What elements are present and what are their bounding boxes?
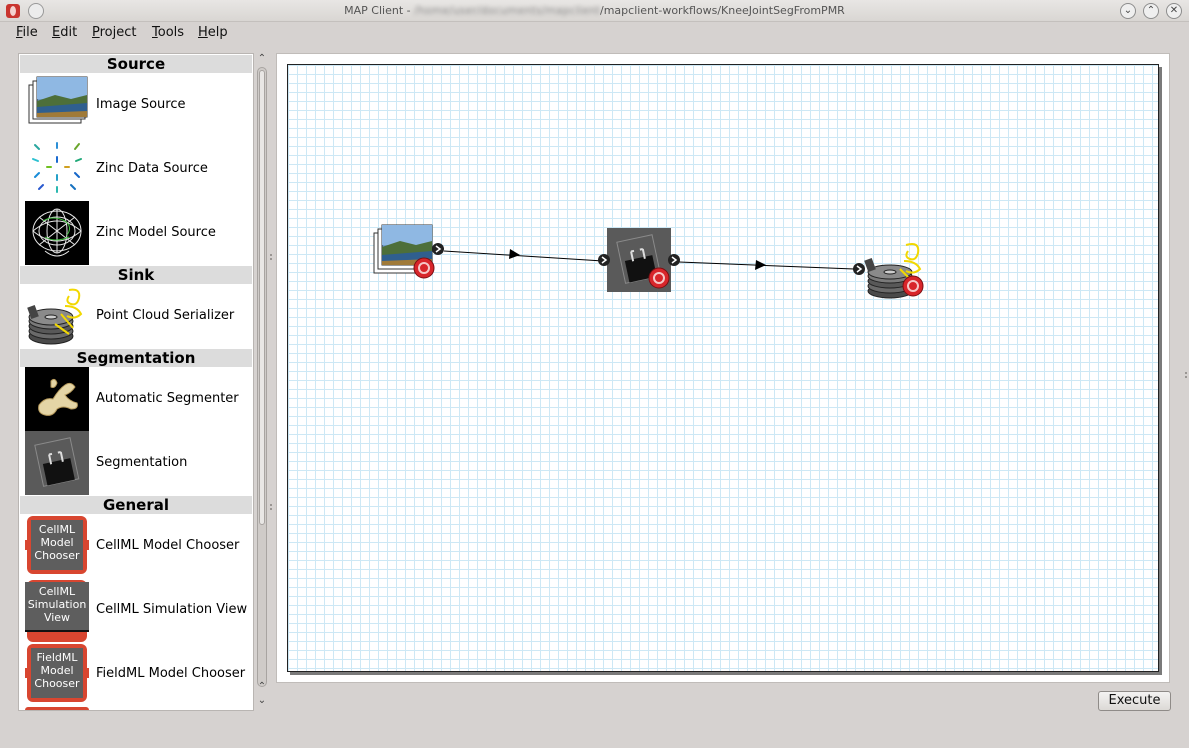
right-splitter-handle[interactable] [1185, 376, 1187, 378]
step-zinc-model-source[interactable]: Zinc Model Source [25, 201, 253, 265]
workflow-node-segmentation[interactable] [598, 228, 680, 292]
configure-icon[interactable] [902, 275, 924, 297]
workflow-canvas[interactable] [287, 64, 1159, 672]
menu-help[interactable]: Help [198, 25, 228, 40]
step-automatic-segmenter[interactable]: Automatic Segmenter [25, 367, 253, 431]
step-label: Automatic Segmenter [96, 391, 239, 406]
map-client-window: MAP Client - /home/user/documents/mapcli… [0, 0, 1189, 748]
execute-button-label: Execute [1108, 693, 1161, 708]
menu-bar: File Edit Project Tools Help [0, 22, 1189, 44]
palette-scrollbar[interactable]: ⌃ ⌃ ⌄ [256, 53, 268, 711]
window-title-blurred-path: /home/user/documents/mapclient [414, 4, 600, 17]
next-step-peek [25, 707, 89, 710]
step-label: CellML Simulation View [96, 602, 248, 617]
window-title-path: /mapclient-workflows/KneeJointSegFromPMR [600, 4, 845, 17]
step-label: CellML Model Chooser [96, 538, 240, 553]
icon-text-line: CellML [39, 585, 76, 598]
execute-button[interactable]: Execute [1098, 691, 1171, 711]
category-source: Source [20, 55, 252, 73]
disk-serializer-icon [27, 288, 83, 345]
step-palette: Source Image Source Zinc Data Source Zin… [18, 53, 254, 711]
step-zinc-data-source[interactable]: Zinc Data Source [25, 137, 253, 201]
icon-text-line: CellML [39, 523, 76, 536]
workflow-node-image-source[interactable] [373, 224, 444, 279]
scroll-down-icon[interactable]: ⌄ [256, 695, 268, 707]
step-point-cloud-serializer[interactable]: Point Cloud Serializer [25, 284, 253, 348]
menu-project[interactable]: Project [92, 25, 137, 40]
step-segmentation[interactable]: Segmentation [25, 431, 253, 495]
segmentation-icon [25, 431, 89, 495]
step-label: FieldML Model Chooser [96, 666, 246, 681]
icon-text-line: Simulation [28, 598, 87, 611]
bone-segment-icon [25, 367, 89, 431]
window-title: MAP Client - /home/user/documents/mapcli… [0, 4, 1189, 17]
step-image-source[interactable]: Image Source [25, 73, 253, 137]
scroll-thumb[interactable] [259, 70, 265, 525]
input-port-icon[interactable] [853, 263, 865, 275]
step-label: Image Source [96, 97, 186, 112]
icon-text-line: Model [40, 664, 73, 677]
workflow-graph [373, 224, 924, 299]
icon-text-line: FieldML [36, 651, 78, 664]
workflow-area [276, 53, 1170, 683]
category-general: General [20, 496, 252, 514]
connection-segmentation-to-serializer[interactable] [678, 260, 855, 270]
step-label: Segmentation [96, 455, 188, 470]
scroll-up-icon-bottom[interactable]: ⌃ [256, 681, 268, 693]
menu-edit[interactable]: Edit [52, 25, 77, 40]
menu-tools[interactable]: Tools [152, 25, 184, 40]
step-label: Point Cloud Serializer [96, 308, 235, 323]
output-port-icon[interactable] [668, 254, 680, 266]
scroll-track[interactable] [257, 67, 267, 687]
step-label: Zinc Data Source [96, 161, 208, 176]
title-bar: MAP Client - /home/user/documents/mapcli… [0, 0, 1189, 22]
connection-image-to-segmentation[interactable] [443, 249, 604, 262]
configure-icon[interactable] [413, 257, 435, 279]
mesh-model-icon [25, 201, 89, 265]
step-label: Zinc Model Source [96, 225, 216, 240]
configure-icon[interactable] [648, 267, 670, 289]
icon-text-line: Model [40, 536, 73, 549]
step-fieldml-model-chooser[interactable]: FieldML Model Chooser FieldML Model Choo… [25, 642, 253, 706]
close-button[interactable]: ✕ [1166, 3, 1182, 19]
workflow-node-point-cloud-serializer[interactable] [853, 243, 924, 299]
splitter-handle[interactable] [270, 508, 272, 510]
splitter-handle[interactable] [270, 258, 272, 260]
point-cloud-icon [32, 142, 82, 193]
minimize-button[interactable]: ⌄ [1120, 3, 1136, 19]
icon-text-line: Chooser [34, 549, 80, 562]
splitter-handle[interactable] [270, 504, 272, 506]
category-segmentation: Segmentation [20, 349, 252, 367]
icon-text-line: View [44, 611, 70, 624]
window-title-prefix: MAP Client - [344, 4, 415, 17]
splitter-handle[interactable] [270, 254, 272, 256]
fieldml-model-chooser-icon: FieldML Model Chooser [25, 644, 89, 702]
scroll-up-icon[interactable]: ⌃ [256, 53, 268, 65]
category-sink: Sink [20, 266, 252, 284]
right-splitter-handle[interactable] [1185, 372, 1187, 374]
menu-file[interactable]: File [16, 25, 38, 40]
cellml-simulation-view-icon: CellML Simulation View [25, 580, 89, 642]
input-port-icon[interactable] [598, 254, 610, 266]
image-stack-icon [28, 76, 88, 124]
icon-text-line: Chooser [34, 677, 80, 690]
cellml-model-chooser-icon: CellML Model Chooser [25, 516, 89, 574]
step-cellml-simulation-view[interactable]: CellML Simulation View CellML Simulation… [25, 578, 253, 642]
maximize-button[interactable]: ⌃ [1143, 3, 1159, 19]
output-port-icon[interactable] [432, 243, 444, 255]
step-cellml-model-chooser[interactable]: CellML Model Chooser CellML Model Choose… [25, 514, 253, 578]
